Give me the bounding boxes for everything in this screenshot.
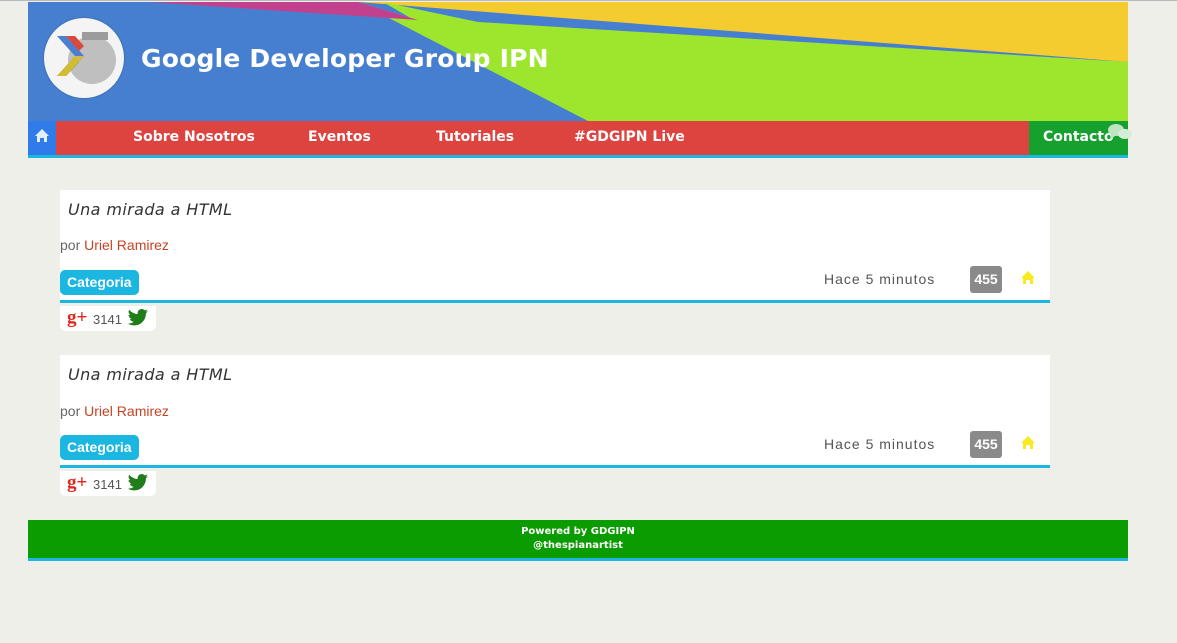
nav-item-tutoriales[interactable]: Tutoriales [436, 129, 514, 145]
card-underline [60, 465, 1050, 468]
share-bar: g+ 3141 [60, 306, 156, 331]
twitter-icon[interactable] [127, 308, 149, 328]
footer-powered-by: Powered by GDGIPN [521, 526, 635, 537]
card-underline [60, 300, 1050, 303]
post-count-badge: 455 [970, 431, 1002, 458]
site-header-banner: Google Developer Group IPN [28, 2, 1128, 121]
byline-prefix: por [60, 403, 81, 419]
nav-links-bar: Sobre Nosotros Eventos Tutoriales #GDGIP… [56, 121, 1057, 155]
gdg-ipn-logo[interactable] [44, 18, 124, 98]
byline-prefix: por [60, 237, 81, 253]
share-count: 3141 [93, 477, 122, 492]
share-bar: g+ 3141 [60, 471, 156, 496]
nav-item-gdgipn-live[interactable]: #GDGIPN Live [574, 129, 685, 145]
post-title[interactable]: Una mirada a HTML [68, 365, 232, 384]
chat-bubbles-icon [1108, 124, 1132, 140]
logo-icon [57, 32, 116, 84]
post-count-badge: 455 [970, 266, 1002, 293]
home-icon [35, 129, 49, 142]
home-icon[interactable] [1020, 435, 1036, 451]
main-navigation: Sobre Nosotros Eventos Tutoriales #GDGIP… [28, 121, 1132, 158]
category-badge[interactable]: Categoria [60, 270, 139, 295]
home-icon[interactable] [1020, 270, 1036, 286]
post-timestamp: Hace 5 minutos [824, 271, 936, 287]
nav-item-sobre-nosotros[interactable]: Sobre Nosotros [133, 129, 255, 145]
google-plus-icon[interactable]: g+ [67, 473, 87, 493]
nav-home-button[interactable] [28, 121, 56, 155]
nav-item-eventos[interactable]: Eventos [308, 129, 371, 145]
footer-underline [28, 558, 1128, 561]
post-card: Una mirada a HTML por Uriel Ramirez Cate… [60, 355, 1050, 468]
footer-author-handle[interactable]: @thespianartist [28, 540, 1128, 551]
post-timestamp: Hace 5 minutos [824, 436, 936, 452]
twitter-icon[interactable] [127, 473, 149, 493]
nav-underline [28, 155, 1128, 158]
post-byline: por Uriel Ramirez [60, 403, 169, 419]
nav-contact-label: Contacto [1043, 129, 1114, 145]
window-top-border [0, 0, 1177, 1]
post-author-link[interactable]: Uriel Ramirez [84, 403, 169, 419]
share-count: 3141 [93, 312, 122, 327]
post-byline: por Uriel Ramirez [60, 237, 169, 253]
post-title[interactable]: Una mirada a HTML [68, 200, 232, 219]
nav-contact-button[interactable]: Contacto [1029, 121, 1132, 155]
google-plus-icon[interactable]: g+ [67, 308, 87, 328]
post-card: Una mirada a HTML por Uriel Ramirez Cate… [60, 190, 1050, 303]
site-footer: Powered by GDGIPN @thespianartist [28, 520, 1128, 558]
category-badge[interactable]: Categoria [60, 435, 139, 460]
post-author-link[interactable]: Uriel Ramirez [84, 237, 169, 253]
site-title: Google Developer Group IPN [141, 44, 549, 73]
